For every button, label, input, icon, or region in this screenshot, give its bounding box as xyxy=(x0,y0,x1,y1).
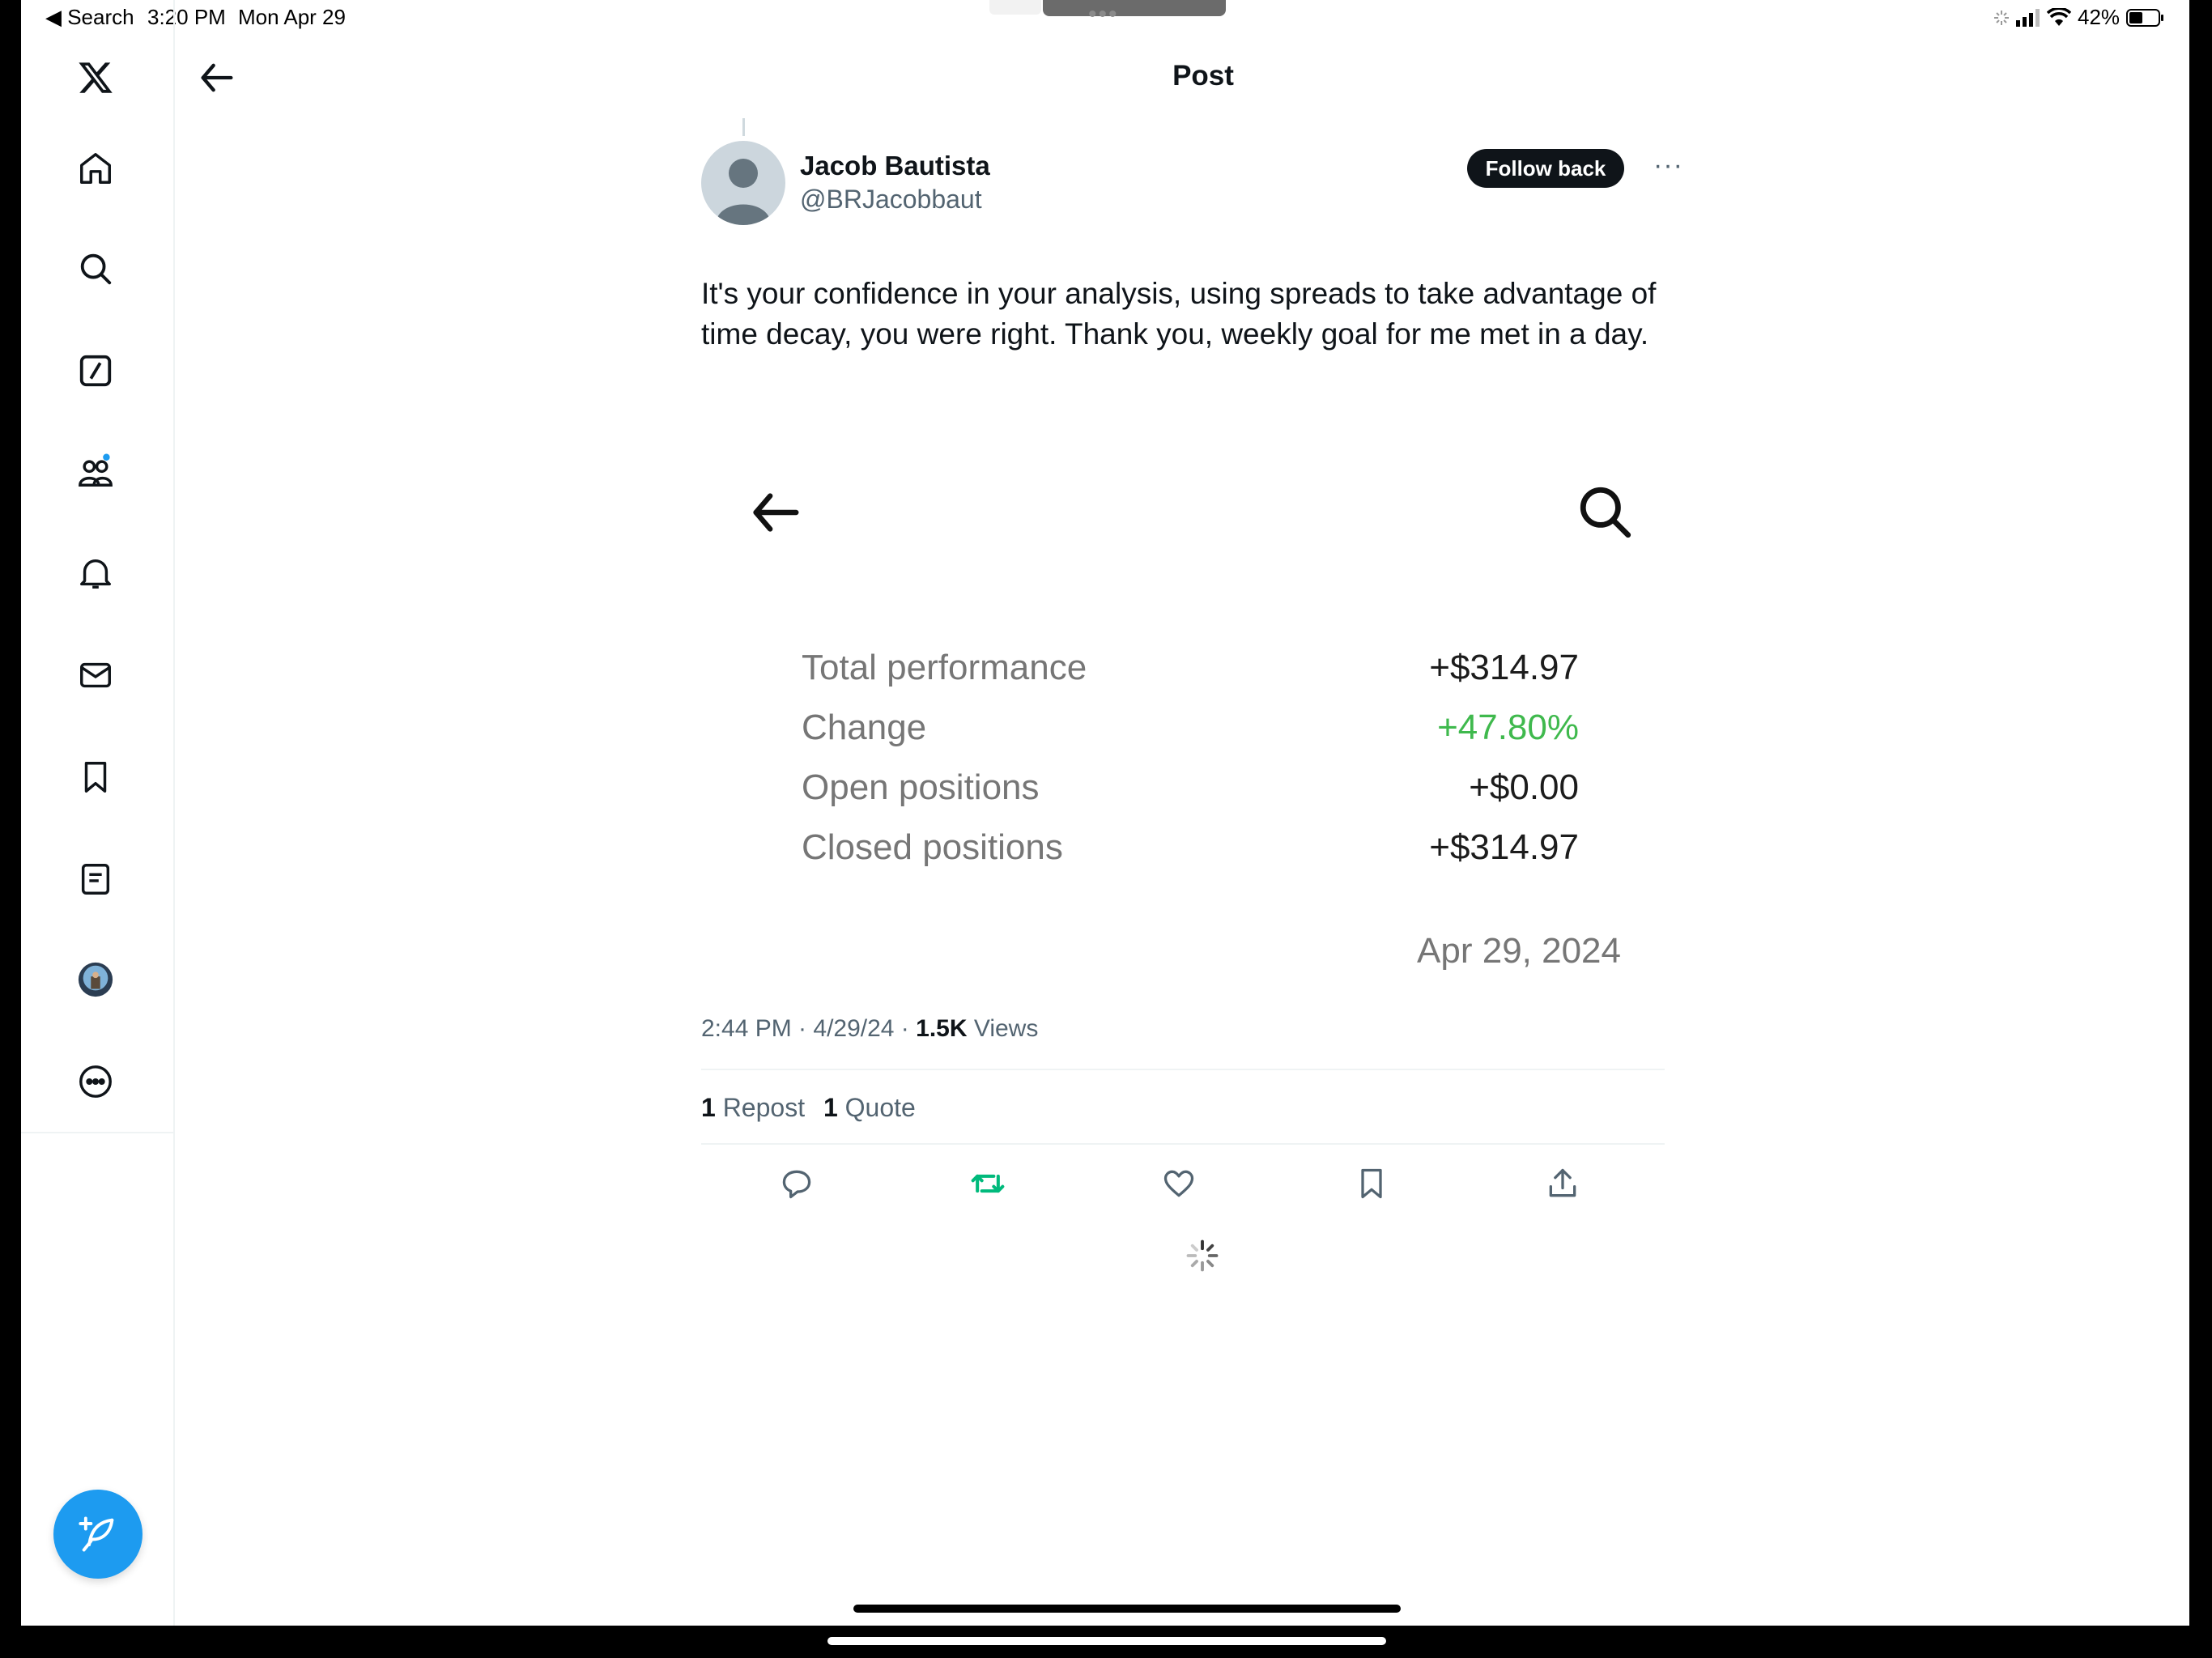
cellular-signal-icon xyxy=(2016,8,2040,27)
post-text: It's your confidence in your analysis, u… xyxy=(701,277,1657,351)
post-more-icon[interactable]: ··· xyxy=(1653,151,1683,179)
activity-spinner-icon xyxy=(1994,10,2009,25)
x-logo-icon[interactable] xyxy=(73,55,118,100)
like-icon[interactable] xyxy=(1161,1166,1197,1201)
sidebar xyxy=(21,0,175,1626)
screen: ◀ Search 3:20 PM Mon Apr 29 ••• 42% Post… xyxy=(21,0,2189,1626)
messages-icon[interactable] xyxy=(73,653,118,698)
follow-back-button[interactable]: Follow back xyxy=(1467,149,1624,188)
post-timestamp[interactable]: 2:44 PM · 4/29/24 · xyxy=(701,1015,916,1042)
wifi-icon xyxy=(2047,7,2071,26)
embed-back-arrow-icon xyxy=(753,493,799,532)
multitask-handle[interactable] xyxy=(1043,0,1226,16)
sidebar-divider xyxy=(21,1132,173,1133)
perf-label-closed: Closed positions xyxy=(802,827,1063,867)
home-icon[interactable] xyxy=(73,146,118,191)
divider xyxy=(701,1069,1665,1070)
perf-value-change: +47.80% xyxy=(1437,708,1579,747)
share-icon[interactable] xyxy=(1545,1166,1580,1201)
multitask-handle-left[interactable] xyxy=(989,0,1041,15)
multitask-dots-icon[interactable]: ••• xyxy=(1088,2,1119,27)
status-icons: 42% xyxy=(1993,5,2164,30)
communities-icon[interactable] xyxy=(73,449,118,494)
views-count: 1.5K xyxy=(916,1015,968,1042)
author-handle[interactable]: @BRJacobbaut xyxy=(800,185,982,215)
more-icon[interactable] xyxy=(73,1059,118,1104)
page-title: Post xyxy=(1172,60,1234,91)
embed-search-icon xyxy=(1580,487,1631,538)
quote-count-link[interactable]: 1 Quote xyxy=(823,1093,916,1122)
search-icon[interactable] xyxy=(73,246,118,291)
grok-icon[interactable] xyxy=(73,348,118,393)
author-avatar[interactable] xyxy=(701,141,785,225)
perf-value-open: +$0.00 xyxy=(1469,767,1579,807)
divider xyxy=(701,1143,1665,1145)
home-indicator[interactable] xyxy=(853,1605,1401,1613)
embed-date: Apr 29, 2024 xyxy=(1417,931,1621,971)
perf-label-open: Open positions xyxy=(802,767,1040,807)
compose-button[interactable] xyxy=(53,1490,143,1579)
repost-count-link[interactable]: 1 Repost xyxy=(701,1093,805,1122)
lists-icon[interactable] xyxy=(73,857,118,902)
compose-feather-icon xyxy=(79,1516,114,1552)
perf-label-total: Total performance xyxy=(802,648,1087,687)
perf-label-change: Change xyxy=(802,708,927,747)
repost-count: 1 xyxy=(701,1093,716,1122)
repost-label: Repost xyxy=(722,1093,806,1122)
bookmark-icon[interactable] xyxy=(1354,1166,1389,1201)
system-home-indicator[interactable] xyxy=(827,1637,1386,1645)
thread-line xyxy=(742,118,745,136)
author-name[interactable]: Jacob Bautista xyxy=(800,151,990,181)
profile-avatar[interactable] xyxy=(73,957,118,1002)
loading-spinner-icon xyxy=(1186,1239,1219,1272)
reply-icon[interactable] xyxy=(779,1166,815,1201)
post-meta: 2:44 PM · 4/29/24 · 1.5K Views xyxy=(701,1015,1038,1043)
quote-label: Quote xyxy=(844,1093,916,1122)
back-arrow-icon[interactable] xyxy=(196,57,238,99)
battery-percent: 42% xyxy=(2078,5,2121,29)
repost-icon[interactable] xyxy=(970,1166,1006,1201)
battery-icon xyxy=(2126,8,2164,27)
notifications-icon[interactable] xyxy=(73,551,118,596)
engagement-counts: 1 Repost 1 Quote xyxy=(701,1093,916,1123)
perf-value-total: +$314.97 xyxy=(1429,648,1579,687)
views-label: Views xyxy=(967,1015,1039,1042)
bookmarks-icon[interactable] xyxy=(73,755,118,800)
perf-value-closed: +$314.97 xyxy=(1429,827,1579,867)
status-date: Mon Apr 29 xyxy=(238,5,346,29)
quote-count: 1 xyxy=(823,1093,838,1122)
